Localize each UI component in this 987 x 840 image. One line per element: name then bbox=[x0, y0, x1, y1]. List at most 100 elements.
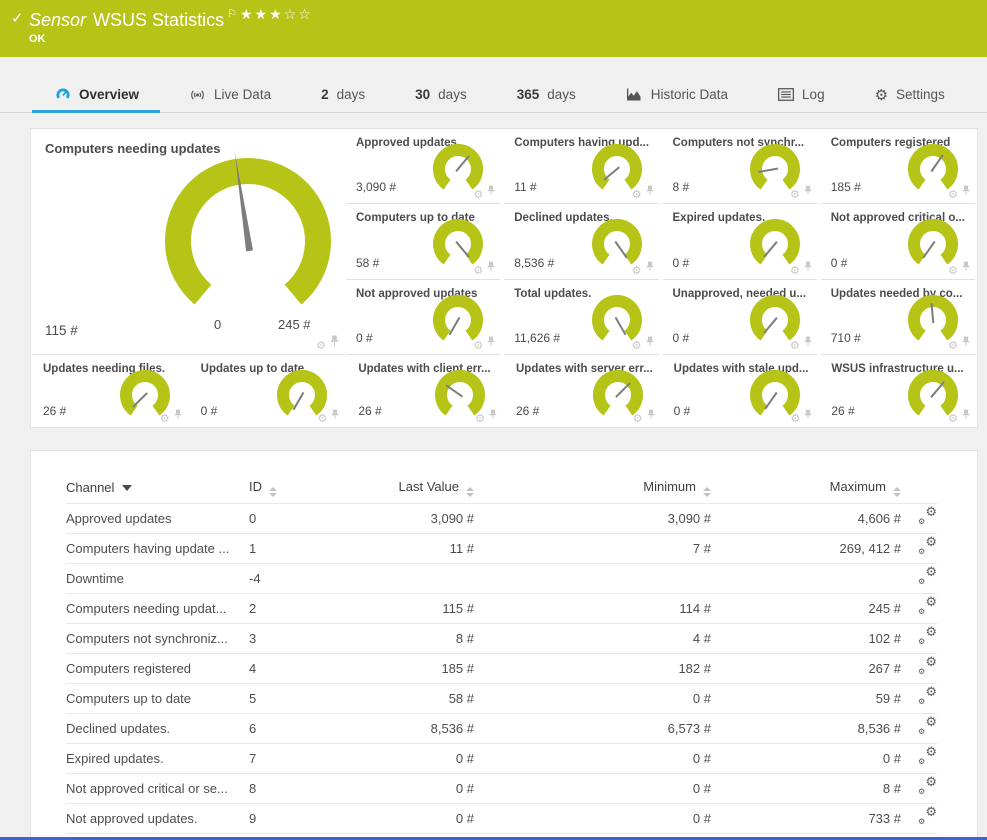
cell-channel: Approved updates bbox=[66, 503, 249, 533]
column-header-channel[interactable]: Channel bbox=[66, 473, 249, 503]
table-row-computers-registered[interactable]: Computers registered4185 #182 #267 #⚙⚙ bbox=[66, 653, 937, 683]
gear-icon[interactable]: ⚙ bbox=[790, 189, 800, 200]
pin-icon[interactable] bbox=[804, 184, 812, 200]
table-row-not-approved-updates[interactable]: Not approved updates.90 #0 #733 #⚙⚙ bbox=[66, 803, 937, 833]
gauge-value: 26 # bbox=[516, 404, 539, 418]
pin-icon[interactable] bbox=[962, 260, 970, 276]
tab-number: 30 bbox=[415, 87, 430, 102]
gear-icon[interactable]: ⚙ bbox=[948, 340, 958, 351]
table-row-not-approved-critical-or-se[interactable]: Not approved critical or se...80 #0 #8 #… bbox=[66, 773, 937, 803]
table-row-downtime[interactable]: Downtime-4⚙⚙ bbox=[66, 563, 937, 593]
gear-icon[interactable]: ⚙ bbox=[475, 413, 485, 424]
gear-icon[interactable]: ⚙ bbox=[790, 265, 800, 276]
tab-label: days bbox=[337, 87, 366, 102]
pin-icon[interactable] bbox=[962, 408, 970, 424]
sensor-name: WSUS Statistics bbox=[93, 10, 224, 30]
channel-settings-gears-icon[interactable]: ⚙⚙ bbox=[918, 538, 937, 555]
gauge-value: 26 # bbox=[358, 404, 381, 418]
pin-icon[interactable] bbox=[487, 335, 495, 351]
rating-stars[interactable]: ★★★☆☆ bbox=[240, 7, 313, 23]
gear-icon[interactable]: ⚙ bbox=[473, 265, 483, 276]
gear-icon[interactable]: ⚙ bbox=[632, 265, 642, 276]
tab-live-data[interactable]: Live Data bbox=[189, 77, 271, 112]
table-row-approved-updates[interactable]: Approved updates03,090 #3,090 #4,606 #⚙⚙ bbox=[66, 503, 937, 533]
cell-channel: Computers having update ... bbox=[66, 533, 249, 563]
pin-icon[interactable] bbox=[646, 260, 654, 276]
cell-actions: ⚙⚙ bbox=[901, 773, 937, 803]
cell-actions: ⚙⚙ bbox=[901, 743, 937, 773]
tab-2-days[interactable]: 2days bbox=[321, 77, 365, 112]
gear-icon[interactable]: ⚙ bbox=[790, 413, 800, 424]
pin-icon[interactable] bbox=[487, 260, 495, 276]
pin-icon[interactable] bbox=[331, 408, 339, 424]
column-label: Maximum bbox=[830, 479, 886, 494]
pin-icon[interactable] bbox=[804, 408, 812, 424]
channel-settings-gears-icon[interactable]: ⚙⚙ bbox=[918, 508, 937, 525]
pin-icon[interactable] bbox=[646, 335, 654, 351]
cell-channel: Computers up to date bbox=[66, 683, 249, 713]
pin-icon[interactable] bbox=[804, 260, 812, 276]
gear-icon[interactable]: ⚙ bbox=[948, 413, 958, 424]
tab-log[interactable]: Log bbox=[778, 77, 825, 112]
channel-settings-gears-icon[interactable]: ⚙⚙ bbox=[918, 628, 937, 645]
table-row-expired-updates[interactable]: Expired updates.70 #0 #0 #⚙⚙ bbox=[66, 743, 937, 773]
cell-minimum bbox=[474, 563, 711, 593]
channel-settings-gears-icon[interactable]: ⚙⚙ bbox=[918, 568, 937, 585]
gear-icon[interactable]: ⚙ bbox=[633, 413, 643, 424]
channel-settings-gears-icon[interactable]: ⚙⚙ bbox=[918, 778, 937, 795]
cell-minimum: 0 # bbox=[474, 773, 711, 803]
pin-icon[interactable] bbox=[174, 408, 182, 424]
pin-icon[interactable] bbox=[962, 335, 970, 351]
table-row-computers-up-to-date[interactable]: Computers up to date558 #0 #59 #⚙⚙ bbox=[66, 683, 937, 713]
channel-settings-gears-icon[interactable]: ⚙⚙ bbox=[918, 748, 937, 765]
gear-icon[interactable]: ⚙ bbox=[473, 340, 483, 351]
pin-icon[interactable] bbox=[489, 408, 497, 424]
cell-actions: ⚙⚙ bbox=[901, 563, 937, 593]
pin-icon[interactable] bbox=[647, 408, 655, 424]
table-row-computers-having-update[interactable]: Computers having update ...111 #7 #269, … bbox=[66, 533, 937, 563]
channel-settings-gears-icon[interactable]: ⚙⚙ bbox=[918, 718, 937, 735]
log-icon bbox=[778, 88, 794, 101]
gear-icon[interactable]: ⚙ bbox=[473, 189, 483, 200]
gear-icon[interactable]: ⚙ bbox=[316, 340, 326, 351]
flag-icon[interactable]: ⚐ bbox=[227, 8, 237, 20]
gauge-tile-declined-updates: Declined updates. 8,536 #⚙ bbox=[504, 204, 658, 279]
pin-icon[interactable] bbox=[962, 184, 970, 200]
page-title: SensorWSUS Statistics⚐ bbox=[29, 7, 237, 31]
pin-icon[interactable] bbox=[487, 184, 495, 200]
tab-365-days[interactable]: 365days bbox=[517, 77, 576, 112]
column-header-maximum[interactable]: Maximum bbox=[711, 473, 901, 503]
gear-icon[interactable]: ⚙ bbox=[632, 340, 642, 351]
channel-settings-gears-icon[interactable]: ⚙⚙ bbox=[918, 598, 937, 615]
table-row-computers-needing-updat[interactable]: Computers needing updat...2115 #114 #245… bbox=[66, 593, 937, 623]
column-header-last-value[interactable]: Last Value bbox=[341, 473, 474, 503]
tab-settings[interactable]: ⚙Settings bbox=[875, 77, 945, 112]
table-row-declined-updates[interactable]: Declined updates.68,536 #6,573 #8,536 #⚙… bbox=[66, 713, 937, 743]
tab-30-days[interactable]: 30 days bbox=[415, 77, 467, 112]
gauge-tile-total-updates: Total updates. 11,626 #⚙ bbox=[504, 280, 658, 355]
gear-icon[interactable]: ⚙ bbox=[317, 413, 327, 424]
column-header-minimum[interactable]: Minimum bbox=[474, 473, 711, 503]
gauge-title: Total updates. bbox=[514, 288, 591, 300]
tab-historic-data[interactable]: Historic Data bbox=[626, 77, 728, 112]
gear-icon[interactable]: ⚙ bbox=[160, 413, 170, 424]
cell-channel: Downtime bbox=[66, 563, 249, 593]
tab-label: days bbox=[438, 87, 467, 102]
channel-settings-gears-icon[interactable]: ⚙⚙ bbox=[918, 688, 937, 705]
gear-icon[interactable]: ⚙ bbox=[790, 340, 800, 351]
gear-icon[interactable]: ⚙ bbox=[948, 189, 958, 200]
gauge-value: 26 # bbox=[831, 404, 854, 418]
sort-icon bbox=[893, 487, 901, 497]
tab-overview[interactable]: Overview bbox=[55, 77, 139, 112]
gear-icon[interactable]: ⚙ bbox=[948, 265, 958, 276]
sort-icon bbox=[269, 487, 277, 497]
channel-settings-gears-icon[interactable]: ⚙⚙ bbox=[918, 658, 937, 675]
gear-icon[interactable]: ⚙ bbox=[632, 189, 642, 200]
table-row-computers-not-synchroniz[interactable]: Computers not synchroniz...38 #4 #102 #⚙… bbox=[66, 623, 937, 653]
channel-settings-gears-icon[interactable]: ⚙⚙ bbox=[918, 808, 937, 825]
pin-icon[interactable] bbox=[646, 184, 654, 200]
column-header-id[interactable]: ID bbox=[249, 473, 341, 503]
cell-id: 6 bbox=[249, 713, 341, 743]
pin-icon[interactable] bbox=[804, 335, 812, 351]
pin-icon[interactable] bbox=[330, 335, 339, 351]
